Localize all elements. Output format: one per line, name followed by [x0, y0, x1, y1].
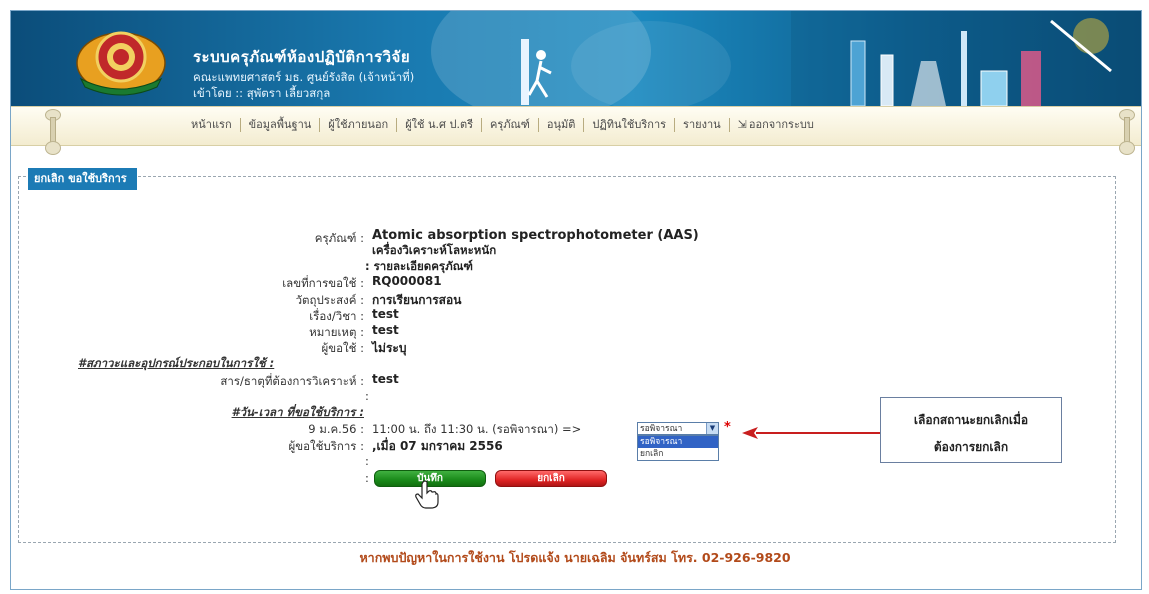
nav-item-approve[interactable]: อนุมัติ — [539, 118, 585, 132]
blank-colon: : — [365, 389, 369, 403]
service-user-label: ผู้ขอใช้บริการ : — [288, 439, 364, 453]
header-banner: ระบบครุภัณฑ์ห้องปฏิบัติการวิจัย คณะแพทยศ… — [11, 11, 1141, 106]
nav-item-logout-label: ออกจากระบบ — [748, 118, 814, 131]
nav-item-basic-data[interactable]: ข้อมูลพื้นฐาน — [241, 118, 321, 132]
equipment-name: Atomic absorption spectrophotometer (AAS… — [372, 228, 699, 243]
nav-item-logout[interactable]: ⇲ ออกจากระบบ — [730, 118, 822, 132]
equipment-label: ครุภัณฑ์ : — [314, 231, 364, 245]
nav-item-calendar[interactable]: ปฏิทินใช้บริการ — [584, 118, 676, 132]
nav-item-external-users[interactable]: ผู้ใช้ภายนอก — [320, 118, 398, 132]
red-arrow-icon — [742, 427, 886, 439]
system-title: ระบบครุภัณฑ์ห้องปฏิบัติการวิจัย — [193, 48, 411, 66]
nav-item-reports[interactable]: รายงาน — [675, 118, 730, 132]
main-nav: หน้าแรก ข้อมูลพื้นฐาน ผู้ใช้ภายนอก ผู้ใช… — [11, 106, 1141, 146]
panel-legend: ยกเลิก ขอใช้บริการ — [28, 168, 137, 190]
substance-value: test — [372, 372, 399, 386]
date-label: 9 ม.ค.56 : — [308, 422, 364, 436]
datetime-section-label: #วัน-เวลา ที่ขอใช้บริการ : — [231, 405, 364, 419]
blank-colon-2: : — [365, 454, 369, 468]
required-mark: * — [724, 420, 731, 435]
nav-item-equipment[interactable]: ครุภัณฑ์ — [482, 118, 539, 132]
requester-value: ไม่ระบุ — [372, 341, 407, 355]
conditions-section-label: #สภาวะและอุปกรณ์ประกอบในการใช้ : — [78, 356, 275, 370]
footer-contact: หากพบปัญหาในการใช้งาน โปรดแจ้ง นายเฉลิม … — [359, 550, 791, 565]
nav-item-undergrad-users[interactable]: ผู้ใช้ น.ศ ป.ตรี — [397, 118, 483, 132]
instruction-callout: เลือกสถานะยกเลิกเมื่อ ต้องการยกเลิก — [880, 397, 1062, 463]
nav-menu: หน้าแรก ข้อมูลพื้นฐาน ผู้ใช้ภายนอก ผู้ใช… — [183, 118, 822, 132]
university-logo — [76, 31, 166, 96]
login-line: เข้าโดย :: สุพัตรา เลี้ยวสกุล — [193, 86, 331, 100]
status-dropdown-list: รอพิจารณา ยกเลิก — [637, 435, 719, 461]
hand-pointer-icon — [415, 480, 439, 509]
status-option-pending[interactable]: รอพิจารณา — [638, 436, 718, 448]
right-scroll-ornament — [1119, 109, 1135, 155]
request-no-value: RQ000081 — [372, 274, 442, 288]
callout-line-2: ต้องการยกเลิก — [933, 440, 1009, 454]
service-user-value: ,เมื่อ 07 มกราคม 2556 — [372, 439, 503, 453]
buttons-colon: : — [365, 471, 369, 485]
lab-equipment-image — [791, 11, 1141, 106]
note-value: test — [372, 323, 399, 337]
door-figure-icon — [521, 39, 552, 105]
cancel-button[interactable]: ยกเลิก — [495, 470, 607, 487]
subject-value: test — [372, 307, 399, 321]
logout-icon: ⇲ — [737, 118, 747, 131]
status-option-cancel[interactable]: ยกเลิก — [638, 448, 718, 460]
request-no-label: เลขที่การขอใช้ : — [282, 276, 364, 290]
status-select[interactable]: รอพิจารณา ▼ — [637, 422, 719, 435]
left-scroll-ornament — [45, 109, 61, 155]
nav-item-home[interactable]: หน้าแรก — [183, 118, 241, 132]
status-select-value: รอพิจารณา — [640, 424, 683, 434]
chevron-down-icon[interactable]: ▼ — [706, 423, 718, 434]
callout-line-1: เลือกสถานะยกเลิกเมื่อ — [913, 413, 1029, 427]
substance-label: สาร/ธาตุที่ต้องการวิเคราะห์ : — [220, 374, 364, 388]
